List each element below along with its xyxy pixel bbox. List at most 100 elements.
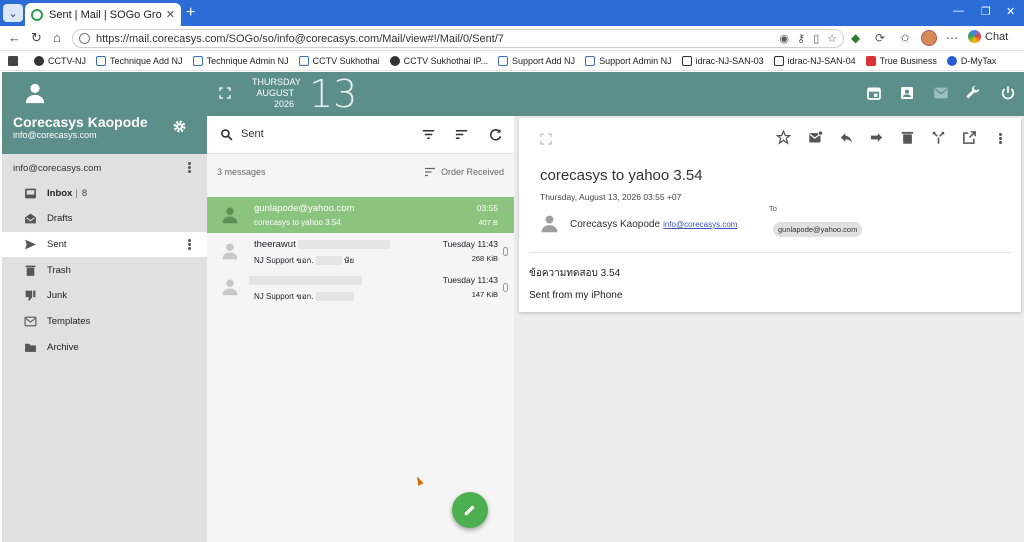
sender-avatar-icon bbox=[541, 215, 558, 233]
folder-inbox[interactable]: Inbox | 8 bbox=[2, 181, 207, 206]
calendar-icon[interactable] bbox=[866, 85, 882, 101]
message-size: 268 KiB bbox=[471, 254, 498, 263]
mark-unread-icon[interactable] bbox=[808, 130, 823, 145]
camera-icon bbox=[389, 55, 400, 66]
page-icon bbox=[498, 55, 509, 66]
folder-sent[interactable]: Sent bbox=[2, 232, 207, 257]
message-row[interactable]: theerawut NJ Support ขอก. ษัย Tuesday 11… bbox=[207, 233, 514, 269]
delete-icon[interactable] bbox=[900, 130, 915, 145]
url-field[interactable]: https://mail.corecasys.com/SOGo/so/info@… bbox=[72, 29, 844, 48]
to-label: To bbox=[769, 204, 777, 213]
bookmark-item[interactable]: idrac-NJ-SAN-03 bbox=[681, 55, 764, 66]
mail-icon[interactable] bbox=[933, 85, 949, 101]
message-subject-block: NJ Support ขอก. bbox=[254, 290, 354, 303]
bookmark-item[interactable]: CCTV-NJ bbox=[34, 55, 86, 66]
extension-icon[interactable]: ◆ bbox=[851, 31, 860, 45]
folder-templates[interactable]: Templates bbox=[2, 309, 207, 334]
folder-more-icon[interactable] bbox=[188, 238, 192, 251]
bookmark-item[interactable]: Technique Admin NJ bbox=[192, 55, 289, 66]
compose-button[interactable] bbox=[452, 492, 488, 528]
chat-label: Chat bbox=[985, 30, 1009, 43]
account-row[interactable]: info@corecasys.com bbox=[2, 158, 207, 178]
account-more-icon[interactable] bbox=[188, 161, 192, 174]
expand-icon[interactable] bbox=[540, 133, 552, 145]
key-icon[interactable]: ⚷ bbox=[797, 32, 805, 45]
page-icon bbox=[298, 55, 309, 66]
open-new-window-icon[interactable] bbox=[962, 130, 977, 145]
window-close-icon[interactable]: ✕ bbox=[1006, 5, 1015, 18]
minimize-icon[interactable]: — bbox=[953, 5, 964, 17]
message-size: 147 KiB bbox=[471, 290, 498, 299]
favorite-star-icon[interactable]: ☆ bbox=[827, 32, 837, 45]
bookmark-item[interactable]: idrac-NJ-SAN-04 bbox=[773, 55, 856, 66]
back-arrow-icon[interactable]: ← bbox=[8, 31, 21, 45]
contacts-icon[interactable] bbox=[899, 85, 915, 101]
tab-close-icon[interactable]: ✕ bbox=[166, 8, 175, 21]
bookmark-item[interactable]: Support Add NJ bbox=[498, 55, 575, 66]
gear-icon[interactable] bbox=[172, 119, 187, 134]
message-more-icon[interactable] bbox=[999, 132, 1003, 145]
inbox-icon bbox=[25, 188, 36, 199]
reading-view-icon[interactable]: ▯ bbox=[813, 32, 819, 45]
weekday-label: THURSDAY bbox=[252, 77, 301, 87]
move-icon[interactable] bbox=[931, 130, 946, 145]
sogo-app: Corecasys Kaopode info@corecasys.com inf… bbox=[0, 72, 1024, 542]
folder-archive[interactable]: Archive bbox=[2, 335, 207, 360]
bookmark-item[interactable]: CCTV Sukhothai bbox=[298, 55, 380, 66]
recipient-chip[interactable]: gunlapode@yahoo.com bbox=[773, 222, 863, 237]
message-from-block bbox=[249, 275, 362, 286]
message-row[interactable]: NJ Support ขอก. Tuesday 11:43 147 KiB bbox=[207, 269, 514, 305]
trash-icon bbox=[25, 265, 36, 276]
message-subject: corecasys to yahoo 3.54 bbox=[254, 218, 341, 227]
page-icon bbox=[192, 55, 203, 66]
bookmark-item[interactable]: True Business bbox=[865, 55, 937, 66]
message-row[interactable]: gunlapode@yahoo.com corecasys to yahoo 3… bbox=[207, 197, 514, 233]
drafts-icon bbox=[25, 213, 36, 224]
bookmark-item[interactable]: Technique Add NJ bbox=[96, 55, 183, 66]
bookmark-item[interactable]: CCTV Sukhothai IP... bbox=[389, 55, 488, 66]
browser-tab-sent[interactable]: Sent | Mail | SOGo Groupware ✕ bbox=[25, 3, 181, 26]
eye-icon[interactable]: ◉ bbox=[779, 32, 789, 45]
redacted-block bbox=[315, 256, 342, 266]
favorites-icon[interactable]: ✩ bbox=[900, 31, 910, 45]
more-options-icon[interactable]: ⋯ bbox=[946, 31, 958, 45]
forward-icon[interactable] bbox=[869, 130, 884, 145]
bookmark-item[interactable]: Support Admin NJ bbox=[585, 55, 672, 66]
user-name: Corecasys Kaopode bbox=[13, 114, 148, 130]
home-icon[interactable]: ⌂ bbox=[53, 31, 61, 45]
bookmarks-menu-icon[interactable] bbox=[8, 55, 22, 66]
reply-icon[interactable] bbox=[839, 130, 854, 145]
contact-avatar-icon bbox=[222, 279, 238, 296]
extensions-puzzle-icon[interactable]: ⟳ bbox=[875, 31, 885, 45]
sort-icon[interactable] bbox=[454, 127, 469, 142]
send-icon bbox=[25, 239, 36, 250]
folder-label: Inbox bbox=[47, 188, 73, 199]
folder-drafts[interactable]: Drafts bbox=[2, 206, 207, 231]
attachment-icon bbox=[503, 247, 508, 256]
message-view-pane: corecasys to yahoo 3.54 Thursday, August… bbox=[514, 116, 1024, 542]
unread-count: 8 bbox=[81, 188, 88, 199]
tab-actions-menu-icon[interactable]: ⌄ bbox=[3, 4, 23, 22]
folder-junk[interactable]: Junk bbox=[2, 283, 207, 308]
fullscreen-icon[interactable] bbox=[219, 87, 231, 99]
bookmark-item[interactable]: D-MyTax bbox=[946, 55, 996, 66]
copilot-chat-button[interactable]: Chat bbox=[968, 30, 1008, 43]
sort-order-button[interactable]: Order Received bbox=[424, 167, 504, 177]
power-icon[interactable] bbox=[1000, 85, 1016, 101]
filter-icon[interactable] bbox=[421, 127, 436, 142]
folder-trash[interactable]: Trash bbox=[2, 258, 207, 283]
restore-icon[interactable]: ❐ bbox=[981, 5, 991, 18]
profile-avatar[interactable] bbox=[921, 30, 937, 46]
site-info-icon[interactable] bbox=[79, 33, 90, 44]
star-icon[interactable] bbox=[776, 130, 791, 145]
sender-block: Corecasys Kaopode info@corecasys.com bbox=[570, 219, 737, 230]
refresh-icon[interactable]: ↻ bbox=[31, 31, 42, 45]
sender-email-link[interactable]: info@corecasys.com bbox=[663, 220, 737, 229]
tab-title: Sent | Mail | SOGo Groupware bbox=[49, 8, 162, 21]
search-icon[interactable] bbox=[220, 128, 233, 141]
contact-avatar-icon bbox=[222, 207, 238, 224]
wrench-icon[interactable] bbox=[965, 85, 981, 101]
refresh-icon[interactable] bbox=[488, 127, 503, 142]
message-list-pane: Sent 3 messages Order Received gunlapode… bbox=[207, 116, 514, 542]
new-tab-button[interactable]: + bbox=[186, 4, 195, 22]
